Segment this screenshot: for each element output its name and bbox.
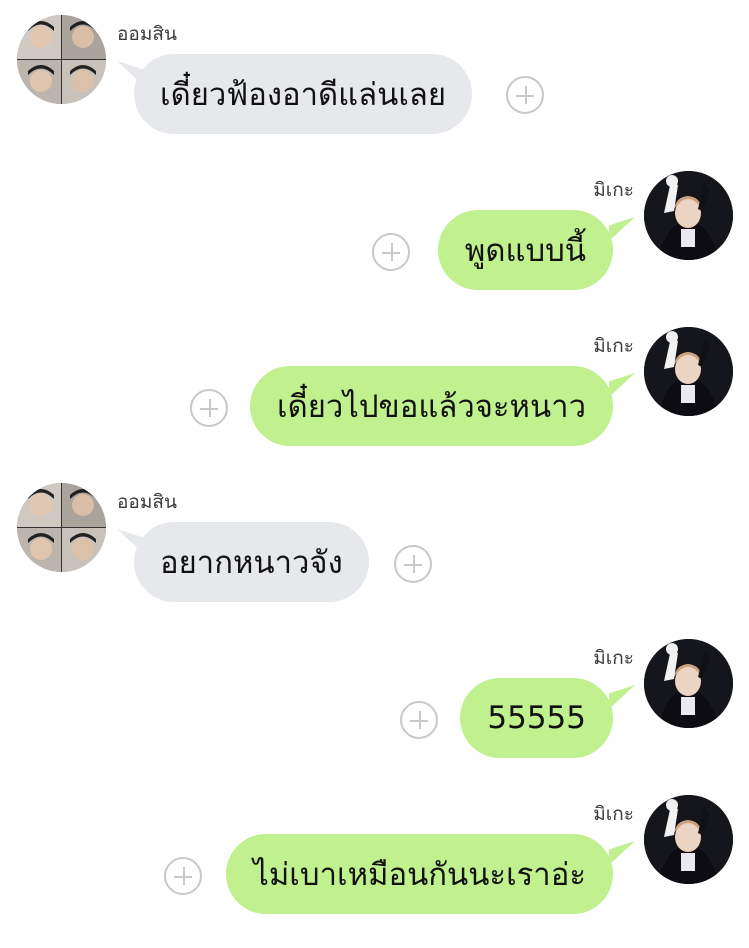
bubble-tail: [609, 373, 635, 397]
sender-name: มิเกะ: [593, 647, 634, 669]
plus-circle-icon[interactable]: [164, 857, 202, 895]
message-text: เดี๋ยวฟ้องอาดีแล่นเลย: [160, 77, 447, 113]
message-bubble[interactable]: 55555: [460, 678, 613, 758]
sender-avatar[interactable]: [644, 171, 733, 260]
sender-name: มิเกะ: [593, 335, 634, 357]
sender-avatar[interactable]: [644, 639, 733, 728]
message-bubble[interactable]: เดี๋ยวไปขอแล้วจะหนาว: [249, 366, 613, 446]
message-bubble[interactable]: พูดแบบนี้: [437, 210, 613, 290]
plus-circle-icon[interactable]: [400, 701, 438, 739]
bubble-tail: [609, 841, 635, 865]
plus-circle-icon[interactable]: [394, 545, 432, 583]
message-text: 55555: [487, 700, 586, 736]
message-bubble[interactable]: เดี๋ยวฟ้องอาดีแล่นเลย: [134, 54, 473, 134]
sender-name: มิเกะ: [593, 803, 634, 825]
plus-circle-icon[interactable]: [506, 76, 544, 114]
sender-avatar[interactable]: [17, 483, 106, 572]
plus-circle-icon[interactable]: [372, 233, 410, 271]
message-text: ไม่เบาเหมือนกันนะเราอ่ะ: [253, 857, 586, 893]
message-text: พูดแบบนี้: [464, 233, 586, 269]
sender-name: มิเกะ: [593, 179, 634, 201]
sender-name: ออมสิน: [117, 23, 177, 45]
bubble-tail: [609, 217, 635, 241]
bubble-tail: [609, 685, 635, 709]
sender-avatar[interactable]: [17, 15, 106, 104]
sender-name: ออมสิน: [117, 491, 177, 513]
plus-circle-icon[interactable]: [190, 389, 228, 427]
message-bubble[interactable]: อยากหนาวจัง: [134, 522, 369, 602]
message-text: อยากหนาวจัง: [160, 545, 343, 581]
message-text: เดี๋ยวไปขอแล้วจะหนาว: [276, 389, 586, 425]
message-bubble[interactable]: ไม่เบาเหมือนกันนะเราอ่ะ: [226, 834, 613, 914]
sender-avatar[interactable]: [644, 795, 733, 884]
sender-avatar[interactable]: [644, 327, 733, 416]
